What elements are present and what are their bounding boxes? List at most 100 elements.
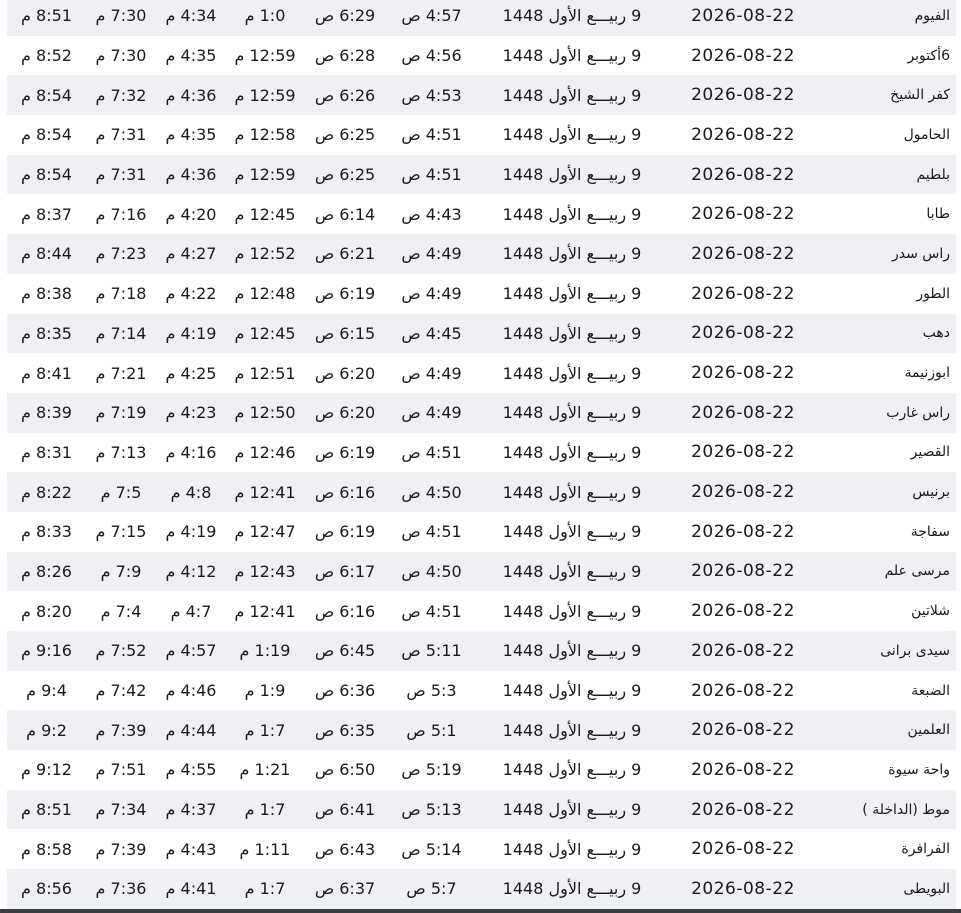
table-row: برنيس 2026-08-22 9 ربيـــع الأول 1448 4:50 … bbox=[7, 472, 956, 512]
sunrise-time-cell: 6:19 ص bbox=[304, 511, 386, 552]
isha-time-cell: 9:2 م bbox=[7, 710, 86, 751]
hijri-date-cell: 9 ربيـــع الأول 1448 bbox=[477, 392, 667, 433]
asr-time-cell: 4:36 م bbox=[156, 75, 226, 116]
city-cell: بلطيم bbox=[819, 154, 956, 195]
hijri-date-cell: 9 ربيـــع الأول 1448 bbox=[477, 194, 667, 235]
table-row: شلاتين 2026-08-22 9 ربيـــع الأول 1448 4:51… bbox=[7, 591, 956, 631]
asr-time-cell: 4:25 م bbox=[156, 353, 226, 393]
sunrise-time-cell: 6:19 ص bbox=[304, 432, 386, 473]
isha-time-cell: 8:22 م bbox=[7, 472, 86, 512]
hijri-date-cell: 9 ربيـــع الأول 1448 bbox=[477, 591, 667, 631]
gregorian-date-cell: 2026-08-22 bbox=[667, 313, 819, 354]
isha-time-cell: 8:33 م bbox=[7, 511, 86, 552]
asr-time-cell: 4:35 م bbox=[156, 35, 226, 76]
maghrib-time-cell: 7:31 م bbox=[86, 154, 156, 195]
sunrise-time-cell: 6:14 ص bbox=[304, 194, 386, 235]
table-row: الفيوم 2026-08-22 9 ربيـــع الأول 1448 4:57… bbox=[7, 0, 956, 36]
gregorian-date-cell: 2026-08-22 bbox=[667, 154, 819, 195]
dhuhr-time-cell: 1:0 م bbox=[226, 0, 304, 36]
isha-time-cell: 8:41 م bbox=[7, 353, 86, 393]
asr-time-cell: 4:19 م bbox=[156, 511, 226, 552]
asr-time-cell: 4:36 م bbox=[156, 154, 226, 195]
city-cell: ابوزنيمة bbox=[819, 353, 956, 393]
dhuhr-time-cell: 12:41 م bbox=[226, 472, 304, 512]
city-cell: الفرافرة bbox=[819, 829, 956, 870]
sunrise-time-cell: 6:50 ص bbox=[304, 750, 386, 790]
gregorian-date-cell: 2026-08-22 bbox=[667, 392, 819, 433]
isha-time-cell: 8:51 م bbox=[7, 0, 86, 36]
asr-time-cell: 4:57 م bbox=[156, 631, 226, 671]
prayer-times-table-container: الفيوم 2026-08-22 9 ربيـــع الأول 1448 4:57… bbox=[7, 0, 956, 909]
dhuhr-time-cell: 12:43 م bbox=[226, 551, 304, 592]
table-row: طابا 2026-08-22 9 ربيـــع الأول 1448 4:43 ص… bbox=[7, 194, 956, 235]
dhuhr-time-cell: 12:59 م bbox=[226, 35, 304, 76]
table-row: الحامول 2026-08-22 9 ربيـــع الأول 1448 4:5… bbox=[7, 115, 956, 155]
asr-time-cell: 4:19 م bbox=[156, 313, 226, 354]
hijri-date-cell: 9 ربيـــع الأول 1448 bbox=[477, 0, 667, 36]
gregorian-date-cell: 2026-08-22 bbox=[667, 750, 819, 790]
table-row: 6أكتوبر 2026-08-22 9 ربيـــع الأول 1448 4:5… bbox=[7, 35, 956, 76]
table-row: العلمين 2026-08-22 9 ربيـــع الأول 1448 5:1… bbox=[7, 710, 956, 751]
city-cell: مرسى علم bbox=[819, 551, 956, 592]
city-cell: طابا bbox=[819, 194, 956, 235]
hijri-date-cell: 9 ربيـــع الأول 1448 bbox=[477, 710, 667, 751]
gregorian-date-cell: 2026-08-22 bbox=[667, 591, 819, 631]
table-row: سفاجة 2026-08-22 9 ربيـــع الأول 1448 4:51 … bbox=[7, 511, 956, 552]
table-row: القصير 2026-08-22 9 ربيـــع الأول 1448 4:51… bbox=[7, 432, 956, 473]
isha-time-cell: 8:54 م bbox=[7, 75, 86, 116]
hijri-date-cell: 9 ربيـــع الأول 1448 bbox=[477, 75, 667, 116]
asr-time-cell: 4:20 م bbox=[156, 194, 226, 235]
dhuhr-time-cell: 12:41 م bbox=[226, 591, 304, 631]
dhuhr-time-cell: 12:50 م bbox=[226, 392, 304, 433]
isha-time-cell: 8:54 م bbox=[7, 154, 86, 195]
fajr-time-cell: 4:51 ص bbox=[386, 115, 477, 155]
fajr-time-cell: 5:11 ص bbox=[386, 631, 477, 671]
city-cell: 6أكتوبر bbox=[819, 35, 956, 76]
isha-time-cell: 8:44 م bbox=[7, 234, 86, 274]
fajr-time-cell: 4:51 ص bbox=[386, 154, 477, 195]
maghrib-time-cell: 7:4 م bbox=[86, 591, 156, 631]
sunrise-time-cell: 6:16 ص bbox=[304, 591, 386, 631]
sunrise-time-cell: 6:45 ص bbox=[304, 631, 386, 671]
asr-time-cell: 4:7 م bbox=[156, 591, 226, 631]
sunrise-time-cell: 6:26 ص bbox=[304, 75, 386, 116]
asr-time-cell: 4:27 م bbox=[156, 234, 226, 274]
sunrise-time-cell: 6:43 ص bbox=[304, 829, 386, 870]
isha-time-cell: 8:54 م bbox=[7, 115, 86, 155]
gregorian-date-cell: 2026-08-22 bbox=[667, 353, 819, 393]
maghrib-time-cell: 7:31 م bbox=[86, 115, 156, 155]
maghrib-time-cell: 7:34 م bbox=[86, 789, 156, 830]
city-cell: كفر الشيخ bbox=[819, 75, 956, 116]
asr-time-cell: 4:34 م bbox=[156, 0, 226, 36]
sunrise-time-cell: 6:41 ص bbox=[304, 789, 386, 830]
isha-time-cell: 8:51 م bbox=[7, 789, 86, 830]
asr-time-cell: 4:37 م bbox=[156, 789, 226, 830]
table-row: واحة سيوة 2026-08-22 9 ربيـــع الأول 1448 5… bbox=[7, 750, 956, 790]
fajr-time-cell: 5:19 ص bbox=[386, 750, 477, 790]
dhuhr-time-cell: 12:59 م bbox=[226, 154, 304, 195]
dhuhr-time-cell: 12:46 م bbox=[226, 432, 304, 473]
maghrib-time-cell: 7:16 م bbox=[86, 194, 156, 235]
table-row: سيدى برانى 2026-08-22 9 ربيـــع الأول 1448… bbox=[7, 631, 956, 671]
sunrise-time-cell: 6:17 ص bbox=[304, 551, 386, 592]
isha-time-cell: 8:52 م bbox=[7, 35, 86, 76]
asr-time-cell: 4:41 م bbox=[156, 869, 226, 909]
asr-time-cell: 4:44 م bbox=[156, 710, 226, 751]
isha-time-cell: 8:37 م bbox=[7, 194, 86, 235]
hijri-date-cell: 9 ربيـــع الأول 1448 bbox=[477, 273, 667, 314]
city-cell: واحة سيوة bbox=[819, 750, 956, 790]
fajr-time-cell: 5:1 ص bbox=[386, 710, 477, 751]
table-row: موط (الداخلة ) 2026-08-22 9 ربيـــع الأول … bbox=[7, 789, 956, 830]
city-cell: دهب bbox=[819, 313, 956, 354]
fajr-time-cell: 5:7 ص bbox=[386, 869, 477, 909]
asr-time-cell: 4:55 م bbox=[156, 750, 226, 790]
isha-time-cell: 8:38 م bbox=[7, 273, 86, 314]
table-row: الطور 2026-08-22 9 ربيـــع الأول 1448 4:49 … bbox=[7, 273, 956, 314]
dhuhr-time-cell: 12:45 م bbox=[226, 194, 304, 235]
table-body: الفيوم 2026-08-22 9 ربيـــع الأول 1448 4:57… bbox=[7, 0, 956, 909]
dhuhr-time-cell: 12:47 م bbox=[226, 511, 304, 552]
fajr-time-cell: 4:51 ص bbox=[386, 432, 477, 473]
maghrib-time-cell: 7:21 م bbox=[86, 353, 156, 393]
gregorian-date-cell: 2026-08-22 bbox=[667, 631, 819, 671]
table-row: الضبعة 2026-08-22 9 ربيـــع الأول 1448 5:3 … bbox=[7, 670, 956, 711]
